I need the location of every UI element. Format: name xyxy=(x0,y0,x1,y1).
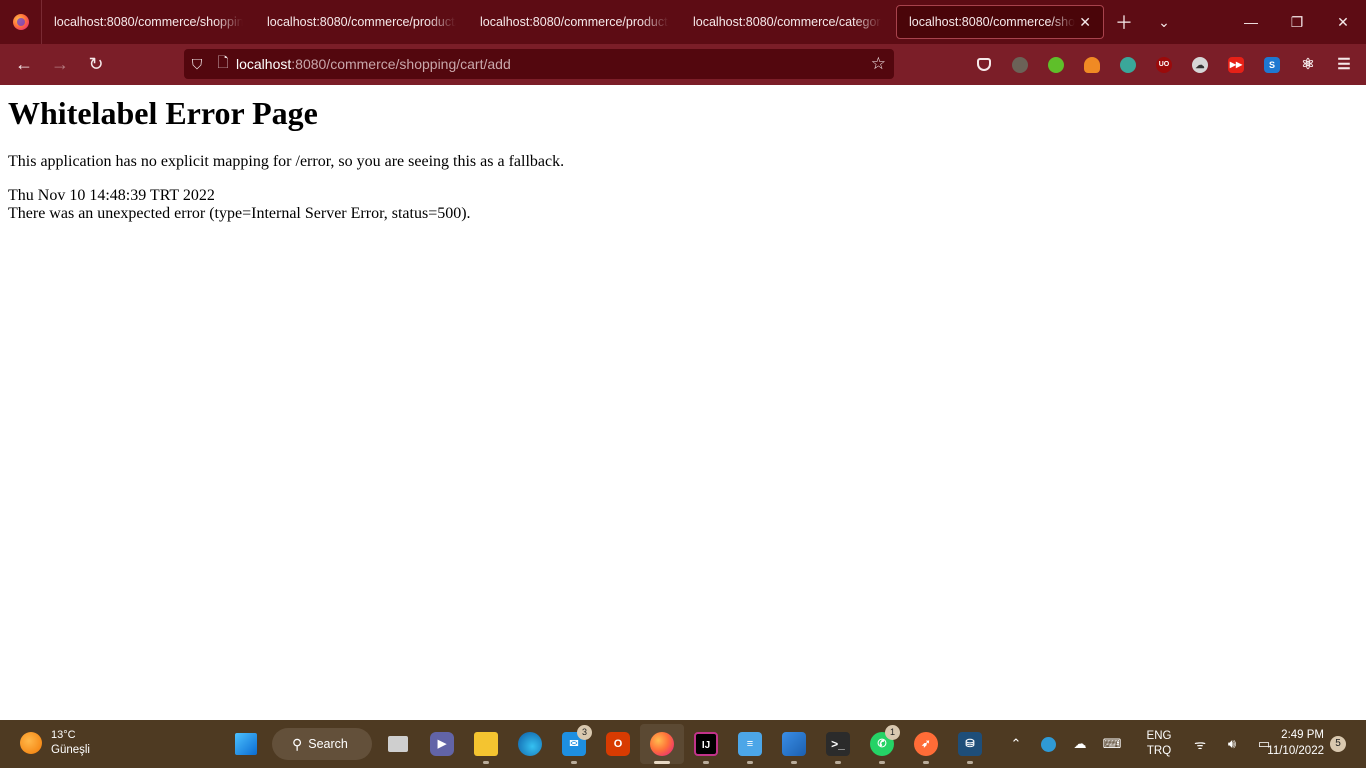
system-clock[interactable]: 2:49 PM 11/10/2022 xyxy=(1262,727,1324,759)
whatsapp-badge: 1 xyxy=(885,725,900,740)
system-tray: ⌃ ☁ ⌨ ENG TRQ ᯤ 🔊︎ ▭ xyxy=(1000,720,1280,768)
notification-count-badge[interactable]: 5 xyxy=(1330,736,1346,752)
notepad-icon[interactable]: ≡ xyxy=(728,724,772,764)
list-all-tabs-chevron-icon[interactable]: ⌄ xyxy=(1144,0,1184,44)
taskbar-apps: ⚲ Search ▶ ✉ 3 O IJ ≡ >_ ✆ 1 ➶ ⛁ xyxy=(224,724,992,764)
tab-label: localhost:8080/commerce/product/ xyxy=(267,15,456,29)
mysql-workbench-icon[interactable]: ⛁ xyxy=(948,724,992,764)
tab-active[interactable]: localhost:8080/commerce/shopp ✕ xyxy=(896,5,1104,39)
new-tab-button[interactable]: ＋ xyxy=(1104,0,1144,44)
minimize-window-button[interactable]: — xyxy=(1228,0,1274,44)
green-circle-extension-icon[interactable] xyxy=(1038,44,1074,85)
photos-icon[interactable] xyxy=(772,724,816,764)
language-code: ENG xyxy=(1146,730,1172,742)
mail-badge: 3 xyxy=(577,725,592,740)
wifi-icon[interactable]: ᯤ xyxy=(1184,735,1216,753)
error-details: Thu Nov 10 14:48:39 TRT 2022 There was a… xyxy=(8,187,1358,223)
page-content: Whitelabel Error Page This application h… xyxy=(8,85,1358,223)
keyboard-icon[interactable]: ⌨ xyxy=(1096,736,1128,752)
taskbar-search-button[interactable]: ⚲ Search xyxy=(272,728,372,760)
tab-label: localhost:8080/commerce/shopp xyxy=(909,15,1076,29)
fox-extension-icon[interactable] xyxy=(1074,44,1110,85)
error-timestamp: Thu Nov 10 14:48:39 TRT 2022 xyxy=(8,187,215,204)
windows-taskbar: 13°C Güneşli ⚲ Search ▶ ✉ 3 O IJ ≡ >_ ✆ 1 … xyxy=(0,720,1366,768)
start-button[interactable] xyxy=(224,724,268,764)
firefox-taskbar-icon[interactable] xyxy=(640,724,684,764)
search-label: Search xyxy=(308,737,348,751)
bookmark-star-icon[interactable]: ☆ xyxy=(871,54,886,74)
react-devtools-icon[interactable]: ⚛ xyxy=(1290,44,1326,85)
show-hidden-icons-chevron-icon[interactable]: ⌃ xyxy=(1000,736,1032,752)
keyboard-layout-code: TRQ xyxy=(1146,745,1172,757)
close-window-button[interactable]: ✕ xyxy=(1320,0,1366,44)
sun-icon xyxy=(20,732,42,754)
address-bar[interactable]: ⛉ 🗋 localhost:8080/commerce/shopping/car… xyxy=(184,49,894,79)
edge-browser-icon[interactable] xyxy=(508,724,552,764)
input-language-indicator[interactable]: ENG TRQ xyxy=(1134,729,1184,759)
url-text[interactable]: localhost:8080/commerce/shopping/cart/ad… xyxy=(236,56,511,72)
extensions-toolbar: UO ☁ ▶▶ S ⚛ ☰ xyxy=(966,44,1362,85)
task-view-icon[interactable] xyxy=(376,724,420,764)
ublock-origin-icon[interactable]: UO xyxy=(1146,44,1182,85)
firefox-menu-icon[interactable] xyxy=(0,0,42,44)
reload-button[interactable]: ↻ xyxy=(78,49,114,81)
tab-strip: localhost:8080/commerce/shopping localho… xyxy=(0,0,1366,44)
cloud-extension-icon[interactable]: ☁ xyxy=(1182,44,1218,85)
page-title: Whitelabel Error Page xyxy=(8,95,318,131)
tab-3[interactable]: localhost:8080/commerce/products xyxy=(468,5,681,39)
clock-time: 2:49 PM xyxy=(1281,729,1324,741)
back-button[interactable]: ← xyxy=(6,49,42,81)
shield-icon[interactable]: ⛉ xyxy=(184,56,210,73)
error-message: There was an unexpected error (type=Inte… xyxy=(8,205,471,222)
teams-chat-icon[interactable]: ▶ xyxy=(420,724,464,764)
s-extension-icon[interactable]: S xyxy=(1254,44,1290,85)
refresh-extension-icon[interactable] xyxy=(1110,44,1146,85)
search-icon: ⚲ xyxy=(292,735,303,752)
volume-icon[interactable]: 🔊︎ xyxy=(1216,736,1248,752)
youtube-extension-icon[interactable]: ▶▶ xyxy=(1218,44,1254,85)
error-explanation: This application has no explicit mapping… xyxy=(8,153,565,170)
tab-label: localhost:8080/commerce/categorie xyxy=(693,15,882,29)
hamburger-menu-icon[interactable]: ☰ xyxy=(1326,44,1362,85)
whatsapp-icon[interactable]: ✆ 1 xyxy=(860,724,904,764)
office-icon[interactable]: O xyxy=(596,724,640,764)
avatar-extension-icon[interactable] xyxy=(1002,44,1038,85)
page-icon[interactable]: 🗋 xyxy=(210,52,236,76)
tab-2[interactable]: localhost:8080/commerce/product/ xyxy=(255,5,468,39)
tab-label: localhost:8080/commerce/shopping xyxy=(54,15,243,29)
onedrive-cloud-icon[interactable]: ☁ xyxy=(1064,736,1096,752)
tab-1[interactable]: localhost:8080/commerce/shopping xyxy=(42,5,255,39)
weather-temperature: 13°C xyxy=(51,729,76,741)
file-explorer-icon[interactable] xyxy=(464,724,508,764)
forward-button[interactable]: → xyxy=(42,49,78,81)
tray-app-icon[interactable] xyxy=(1032,736,1064,752)
weather-widget[interactable]: 13°C Güneşli xyxy=(20,728,90,758)
navigation-toolbar: ← → ↻ ⛉ 🗋 localhost:8080/commerce/shoppi… xyxy=(0,44,1366,85)
restore-window-button[interactable]: ❐ xyxy=(1274,0,1320,44)
mail-icon[interactable]: ✉ 3 xyxy=(552,724,596,764)
tab-4[interactable]: localhost:8080/commerce/categorie xyxy=(681,5,894,39)
weather-condition: Güneşli xyxy=(51,744,90,756)
clock-date: 11/10/2022 xyxy=(1267,745,1324,757)
intellij-idea-icon[interactable]: IJ xyxy=(684,724,728,764)
postman-icon[interactable]: ➶ xyxy=(904,724,948,764)
terminal-icon[interactable]: >_ xyxy=(816,724,860,764)
tab-label: localhost:8080/commerce/products xyxy=(480,15,669,29)
pocket-icon[interactable] xyxy=(966,44,1002,85)
close-tab-icon[interactable]: ✕ xyxy=(1079,14,1091,31)
